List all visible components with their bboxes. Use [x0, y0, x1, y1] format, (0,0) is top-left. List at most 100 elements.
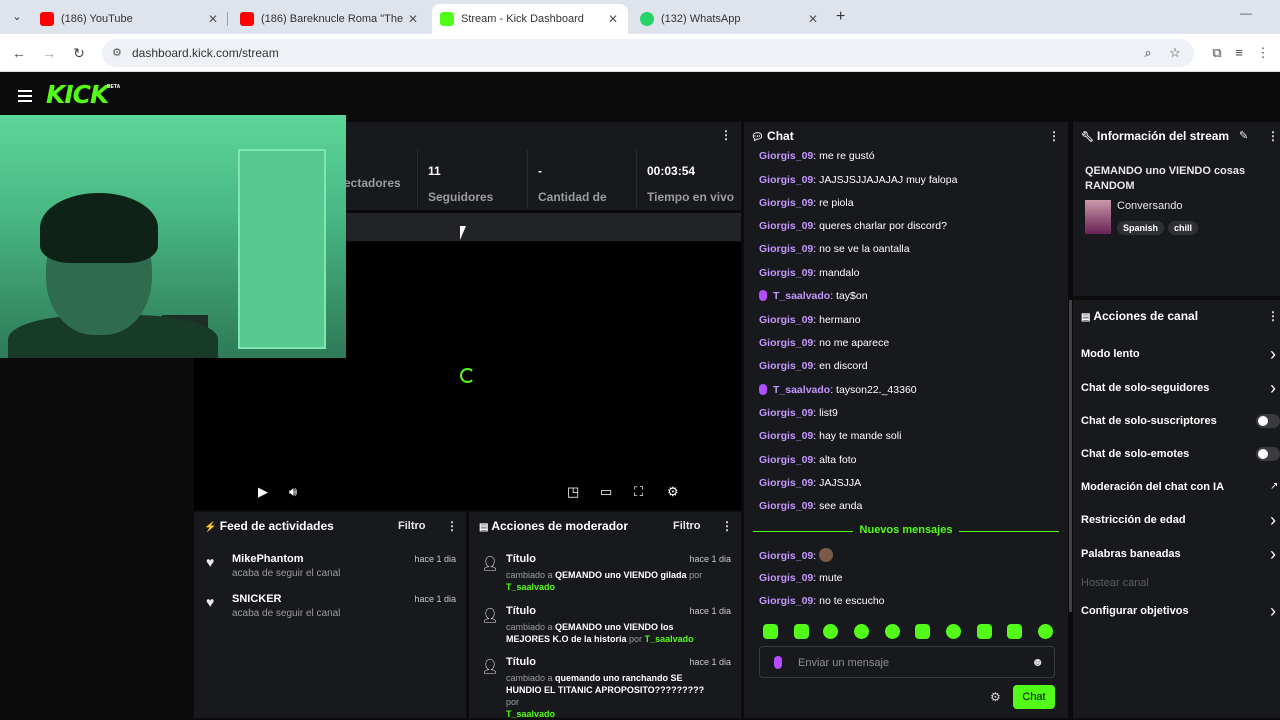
player-settings-icon[interactable]: ⚙ — [667, 484, 679, 500]
stat-count: - Cantidad de — [527, 150, 633, 208]
site-settings-icon[interactable]: ⚙ — [112, 39, 122, 67]
chat-username[interactable]: Giorgis_09 — [759, 220, 813, 232]
mod-badge-icon — [759, 290, 767, 301]
chat-username[interactable]: Giorgis_09 — [759, 337, 813, 349]
chat-input[interactable]: Enviar un mensaje ☻ — [759, 646, 1055, 678]
chat-settings-icon[interactable]: ⚙ — [990, 690, 1001, 704]
toggle-switch[interactable] — [1256, 447, 1280, 461]
activity-item: ♥ SNICKER acaba de seguir el canal hace … — [206, 593, 456, 619]
new-tab-icon[interactable]: + — [836, 8, 845, 26]
browser-tab-kick-dashboard[interactable]: Stream - Kick Dashboard ✕ — [432, 4, 628, 34]
close-tab-icon[interactable]: ✕ — [606, 12, 620, 26]
emote-icon[interactable] — [1038, 624, 1053, 639]
channel-action-item[interactable]: Palabras baneadas — [1081, 548, 1181, 560]
hamburger-menu-icon[interactable] — [18, 90, 32, 105]
edit-pencil-icon[interactable]: ✎ — [1239, 129, 1248, 142]
chat-username[interactable]: Giorgis_09 — [759, 360, 813, 372]
emoji-picker-icon[interactable]: ☻ — [1031, 655, 1044, 669]
chat-username[interactable]: Giorgis_09 — [759, 407, 813, 419]
external-link-icon[interactable]: ↗ — [1270, 481, 1278, 492]
chat-username[interactable]: Giorgis_09 — [759, 174, 813, 186]
channel-actions-options-icon[interactable]: ⋮ — [1267, 309, 1279, 323]
forward-icon[interactable]: → — [40, 44, 58, 62]
chat-username[interactable]: Giorgis_09 — [759, 314, 813, 326]
user-edit-icon: 👤︎ — [481, 607, 499, 623]
emote-icon[interactable] — [763, 624, 778, 639]
chat-username[interactable]: Giorgis_09 — [759, 430, 813, 442]
chevron-right-icon[interactable]: › — [1270, 345, 1276, 363]
chat-username[interactable]: Giorgis_09 — [759, 454, 813, 466]
extensions-icon[interactable]: ⧉ — [1208, 44, 1226, 62]
emote-icon[interactable] — [823, 624, 838, 639]
zoom-icon[interactable]: ⌕ — [1139, 44, 1157, 62]
chat-message: Giorgis_09: hay te mande soli — [759, 430, 902, 442]
chat-text: me re gustó — [819, 150, 875, 162]
chevron-right-icon[interactable]: › — [1270, 545, 1276, 563]
reload-icon[interactable]: ↻ — [70, 44, 88, 62]
moderator-item: 👤︎ Título cambiado a QEMANDO uno VIENDO … — [481, 553, 731, 592]
moderator-filter-button[interactable]: Filtro — [673, 520, 701, 532]
channel-action-item[interactable]: Restricción de edad — [1081, 514, 1186, 526]
volume-icon[interactable]: 🔊︎ — [289, 484, 297, 500]
play-button[interactable]: ▶ — [258, 484, 268, 500]
close-tab-icon[interactable]: ✕ — [806, 12, 820, 26]
browser-tab-youtube[interactable]: (186) YouTube ✕ — [32, 4, 228, 34]
channel-action-item[interactable]: Chat de solo-emotes — [1081, 448, 1189, 460]
moderator-item: 👤︎ Título cambiado a QEMANDO uno VIENDO … — [481, 605, 731, 644]
chat-username[interactable]: Giorgis_09 — [759, 150, 813, 162]
activity-options-icon[interactable]: ⋮ — [446, 519, 458, 533]
emote-icon[interactable] — [946, 624, 961, 639]
back-icon[interactable]: ← — [10, 44, 28, 62]
chat-username[interactable]: Giorgis_09 — [759, 243, 813, 255]
bookmark-star-icon[interactable]: ☆ — [1166, 44, 1184, 62]
moderator-options-icon[interactable]: ⋮ — [721, 519, 733, 533]
minimize-icon[interactable]: — — [1240, 6, 1252, 20]
stats-options-icon[interactable]: ⋮ — [720, 128, 732, 142]
chat-options-icon[interactable]: ⋮ — [1048, 129, 1060, 143]
send-chat-button[interactable]: Chat — [1013, 685, 1055, 709]
channel-action-item[interactable]: Modo lento — [1081, 348, 1140, 360]
chevron-right-icon[interactable]: › — [1270, 602, 1276, 620]
close-tab-icon[interactable]: ✕ — [406, 12, 420, 26]
tab-title: (186) YouTube — [61, 13, 133, 25]
channel-action-item[interactable]: Chat de solo-suscriptores — [1081, 415, 1217, 427]
browser-tab-bareknucle[interactable]: (186) Bareknucle Roma "The Bo ✕ — [232, 4, 428, 34]
chat-username[interactable]: Giorgis_09 — [759, 477, 813, 489]
chat-username[interactable]: Giorgis_09 — [759, 197, 813, 209]
emote-icon[interactable] — [854, 624, 869, 639]
address-bar[interactable]: ⚙ dashboard.kick.com/stream — [102, 39, 1194, 67]
chat-username[interactable]: T_saalvado — [773, 290, 830, 302]
chat-username[interactable]: Giorgis_09 — [759, 267, 813, 279]
channel-action-item[interactable]: Chat de solo-seguidores — [1081, 382, 1209, 394]
close-tab-icon[interactable]: ✕ — [206, 12, 220, 26]
fullscreen-icon[interactable]: ⛶ — [634, 484, 643, 500]
tab-search-icon[interactable]: ⌄ — [8, 8, 26, 26]
user-edit-icon: 👤︎ — [481, 555, 499, 571]
chat-username[interactable]: Giorgis_09 — [759, 500, 813, 512]
chat-text: re piola — [819, 197, 854, 209]
emote-icon[interactable] — [915, 624, 930, 639]
kick-logo[interactable]: KICK — [46, 80, 109, 109]
browser-tab-whatsapp[interactable]: (132) WhatsApp ✕ — [632, 4, 828, 34]
channel-action-item[interactable]: Hostear canal — [1081, 577, 1149, 589]
channel-action-item[interactable]: Moderación del chat con IA — [1081, 481, 1224, 493]
activity-filter-button[interactable]: Filtro — [398, 520, 426, 532]
stream-info-options-icon[interactable]: ⋮ — [1267, 129, 1279, 143]
scrollbar[interactable] — [1069, 300, 1072, 612]
reading-list-icon[interactable]: ≡ — [1230, 44, 1248, 62]
emote-icon[interactable] — [977, 624, 992, 639]
toggle-switch[interactable] — [1256, 414, 1280, 428]
chevron-right-icon[interactable]: › — [1270, 379, 1276, 397]
chat-username[interactable]: T_saalvado — [773, 384, 830, 396]
chat-text: JAJSJSJJAJAJAJ muy falopa — [819, 174, 958, 186]
category-thumbnail — [1085, 200, 1111, 234]
browser-menu-icon[interactable]: ⋮ — [1254, 44, 1272, 62]
chat-message: Giorgis_09: alta foto — [759, 454, 857, 466]
miniplayer-icon[interactable]: ◳ — [567, 484, 579, 500]
chevron-right-icon[interactable]: › — [1270, 511, 1276, 529]
theater-mode-icon[interactable]: ▭ — [600, 484, 612, 500]
emote-icon[interactable] — [1007, 624, 1022, 639]
emote-icon[interactable] — [794, 624, 809, 639]
channel-action-item[interactable]: Configurar objetivos — [1081, 605, 1189, 617]
emote-icon[interactable] — [885, 624, 900, 639]
